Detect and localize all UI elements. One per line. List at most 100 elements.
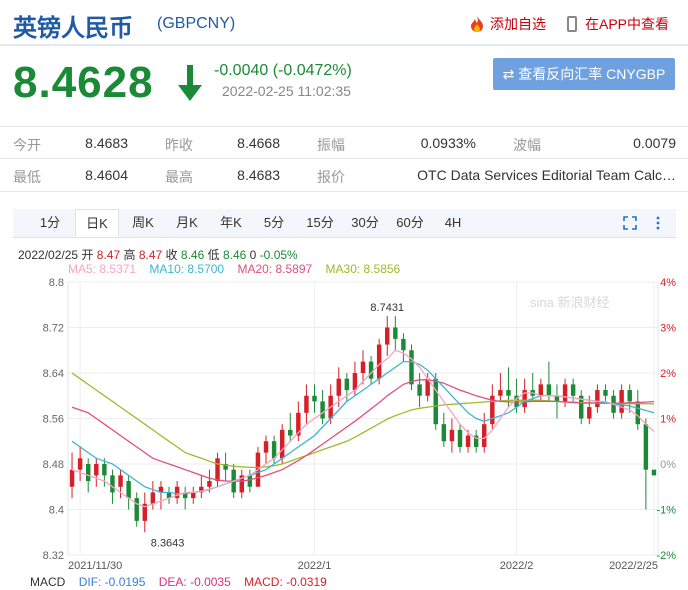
- candle-body: [102, 464, 107, 476]
- reverse-rate-button[interactable]: ⇄ 查看反向汇率 CNYGBP: [493, 58, 675, 90]
- candle-body: [376, 344, 382, 379]
- tab-weekly-k[interactable]: 周K: [123, 209, 163, 237]
- candle-body: [482, 424, 487, 447]
- tab-daily-k[interactable]: 日K: [75, 209, 119, 237]
- candle-body: [336, 378, 341, 396]
- pct-tick-label: 3%: [660, 323, 676, 335]
- fullscreen-icon[interactable]: [623, 216, 637, 230]
- macd-dea: DEA: -0.0035: [158, 575, 231, 589]
- candle-body: [320, 401, 325, 419]
- macd-value: MACD: -0.0319: [244, 575, 327, 589]
- candle-body: [360, 361, 366, 373]
- tab-yearly-k[interactable]: 年K: [211, 209, 251, 237]
- y-tick-label: 8.64: [43, 368, 64, 380]
- tab-monthly-k[interactable]: 月K: [167, 209, 207, 237]
- min-annotation: 8.3643: [151, 537, 185, 549]
- tab-5min[interactable]: 5分: [256, 209, 292, 237]
- stat-value: 0.0079: [633, 135, 676, 151]
- header-bar: 英镑人民币 (GBPCNY) 添加自选 在APP中查看: [0, 0, 688, 46]
- stat-label: 最高: [165, 169, 193, 185]
- candle-body: [207, 481, 212, 487]
- candle-body: [417, 384, 422, 396]
- price-change: -0.0040 (-0.0472%): [214, 62, 352, 79]
- chart-period-tabs: 1分 日K 周K 月K 年K 5分 15分 30分 60分 4H: [13, 209, 676, 238]
- candle-body: [603, 390, 608, 396]
- candle-body: [368, 361, 374, 379]
- candle-body: [506, 390, 511, 396]
- candle-body: [312, 395, 317, 402]
- candle-body: [587, 407, 592, 419]
- tab-30min[interactable]: 30分: [345, 209, 385, 237]
- candle-body: [643, 424, 649, 470]
- stat-label: 波幅: [513, 137, 541, 153]
- stat-label: 最低: [13, 169, 41, 185]
- sina-watermark: sina 新浪财经: [530, 295, 609, 310]
- candle-body: [247, 475, 253, 487]
- candle-body: [627, 390, 632, 402]
- ohlc-open: 8.47: [96, 248, 121, 262]
- candle-body: [288, 429, 293, 436]
- candle-body: [385, 327, 390, 345]
- candle-body: [279, 429, 285, 459]
- tab-15min[interactable]: 15分: [300, 209, 340, 237]
- candle-body: [595, 390, 600, 408]
- candle-body: [562, 384, 568, 402]
- macd-dif: DIF: -0.0195: [78, 575, 146, 589]
- stats-row: 最低 8.4604 最高 8.4683 报价 OTC Data Services…: [0, 158, 688, 192]
- candle-body: [498, 390, 503, 396]
- view-in-app-label: 在APP中查看: [585, 16, 670, 32]
- candle-body: [77, 458, 83, 470]
- kline-chart[interactable]: 8.8 4% 8.72 3% 8.64 2% 8.56 1% 8.48 0% 8.4 -1% 8.32 -…: [0, 272, 688, 574]
- candle-body: [651, 469, 657, 476]
- tab-60min[interactable]: 60分: [390, 209, 430, 237]
- add-favorite-button[interactable]: 添加自选: [470, 14, 546, 34]
- quote-timestamp: 2022-02-25 11:02:35: [222, 83, 351, 99]
- candle-body: [433, 378, 438, 425]
- candle-body: [465, 435, 471, 447]
- candle-body: [619, 390, 624, 413]
- tab-1min[interactable]: 1分: [30, 209, 70, 237]
- pct-tick-label: -1%: [656, 505, 676, 517]
- stat-value: 8.4683: [237, 167, 280, 183]
- macd-readout: MACD DIF: -0.0195 DEA: -0.0035 MACD: -0.…: [30, 575, 337, 589]
- current-price: 8.4628: [13, 58, 154, 107]
- currency-pair-code: (GBPCNY): [157, 15, 236, 32]
- add-favorite-label: 添加自选: [490, 16, 546, 32]
- candle-body: [635, 401, 641, 425]
- x-tick-label: 2022/2/25: [609, 560, 658, 572]
- stat-value: 8.4683: [85, 135, 128, 151]
- y-tick-label: 8.8: [49, 277, 64, 289]
- max-annotation: 8.7431: [370, 302, 404, 314]
- y-tick-label: 8.72: [43, 323, 64, 335]
- candle-body: [570, 384, 576, 396]
- ohlc-readout: 2022/02/25 开 8.47 高 8.47 收 8.46 低 8.46 0…: [18, 246, 298, 263]
- fire-icon: [471, 16, 483, 32]
- macd-label: MACD: [30, 575, 66, 589]
- stat-label: 振幅: [317, 137, 345, 153]
- stats-row: 今开 8.4683 昨收 8.4668 振幅 0.0933% 波幅 0.0079: [0, 126, 688, 159]
- candle-body: [304, 395, 309, 413]
- down-arrow-icon: [178, 65, 202, 101]
- pct-tick-label: -2%: [656, 550, 676, 562]
- x-tick-label: 2022/2: [500, 560, 534, 572]
- y-tick-label: 8.32: [43, 550, 64, 562]
- y-tick-label: 8.48: [43, 459, 64, 471]
- ohlc-close-label: 收: [165, 248, 178, 262]
- view-in-app-button[interactable]: 在APP中查看: [567, 14, 669, 34]
- stat-label: 昨收: [165, 137, 193, 153]
- candle-body: [441, 424, 447, 442]
- more-options-icon[interactable]: [651, 216, 665, 230]
- candle-body: [449, 429, 455, 442]
- candle-body: [344, 378, 350, 391]
- stat-value: 8.4668: [237, 135, 280, 151]
- pct-tick-label: 1%: [660, 414, 676, 426]
- candle-body: [538, 384, 544, 396]
- candle-body: [94, 464, 99, 476]
- candle-body: [118, 475, 123, 487]
- candle-body: [110, 475, 115, 493]
- y-tick-label: 8.4: [49, 505, 64, 517]
- stat-value: OTC Data Services Editorial Team Calc…: [417, 167, 676, 183]
- tab-4h[interactable]: 4H: [435, 209, 471, 237]
- ohlc-high: 8.47: [138, 248, 163, 262]
- stat-label: 报价: [317, 169, 345, 185]
